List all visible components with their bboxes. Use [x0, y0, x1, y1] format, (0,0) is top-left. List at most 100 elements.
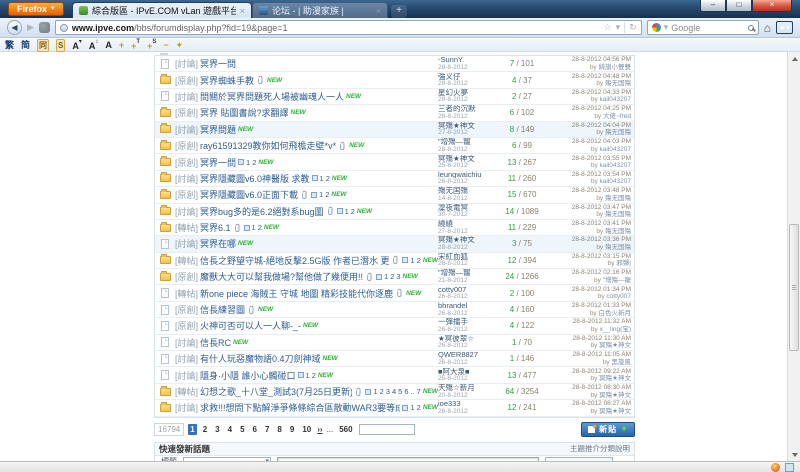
- tab-forum-ipve[interactable]: 綜合版區 - IPvE.COM vLan 遊戲平台|... ×: [72, 2, 252, 18]
- thread-title-link[interactable]: 冥界6.1: [200, 221, 231, 234]
- thread-author-link[interactable]: "增殤—寵: [438, 138, 502, 146]
- thread-title-link[interactable]: 冥界問題: [200, 123, 236, 136]
- lastpost-user-link[interactable]: "增殤—寵: [603, 277, 631, 284]
- thread-page-link[interactable]: 1: [384, 272, 388, 281]
- back-button[interactable]: ◀: [7, 20, 22, 35]
- lastpost-user-link[interactable]: cotty007: [606, 293, 631, 300]
- search-input[interactable]: Google: [671, 23, 744, 33]
- thread-page-link[interactable]: 2: [326, 174, 330, 183]
- thread-page-link[interactable]: 1: [320, 174, 324, 183]
- thread-author-link[interactable]: 三者的沉默: [438, 105, 502, 113]
- thread-title-link[interactable]: 信長之野望守城-絕地反擊2.5G版 作者已潛水 更新情況不明: [200, 254, 389, 267]
- lastpost-user-link[interactable]: kail043207: [600, 178, 631, 185]
- url-text[interactable]: www.ipve.com/bbs/forumdisplay.php?fid=19…: [72, 23, 600, 33]
- url-dropdown-icon[interactable]: ▾: [616, 22, 621, 33]
- tongwen-site-icon[interactable]: S: [56, 39, 65, 52]
- cross-t-icon[interactable]: +T: [131, 39, 140, 52]
- thread-page-link[interactable]: 1: [410, 403, 414, 412]
- thread-author-link[interactable]: 冥殤★神文: [438, 122, 502, 130]
- thread-page-link[interactable]: 1: [252, 223, 256, 232]
- thread-author-link[interactable]: ★冥彼翠☆: [438, 335, 502, 343]
- maximize-button[interactable]: □: [726, 0, 752, 12]
- thread-page-link[interactable]: 2: [417, 403, 421, 412]
- home-button[interactable]: ⌂: [764, 21, 771, 35]
- thread-page-link[interactable]: 2: [258, 223, 262, 232]
- lastpost-user-link[interactable]: 綺旗小雙雙: [599, 64, 632, 71]
- search-box[interactable]: ▾ Google: [647, 20, 759, 35]
- addon-panel-icon[interactable]: [785, 463, 794, 472]
- thread-page-link[interactable]: 5: [398, 387, 402, 396]
- thread-page-link[interactable]: 1: [306, 371, 310, 380]
- minimize-button[interactable]: –: [700, 0, 726, 12]
- thread-author-link[interactable]: 一彈擂手: [438, 318, 502, 326]
- lastpost-user-link[interactable]: 邪彈|: [616, 260, 631, 267]
- lastpost-user-link[interactable]: 殤无国殤: [605, 244, 631, 251]
- thread-page-link[interactable]: 2: [351, 207, 355, 216]
- zh-simplified-icon[interactable]: 简: [21, 40, 30, 51]
- page-link[interactable]: 5: [238, 424, 246, 435]
- page-link-current[interactable]: 1: [188, 424, 196, 435]
- site-identity-icon[interactable]: [60, 24, 68, 32]
- new-tab-button[interactable]: +: [391, 5, 407, 18]
- thread-title-link[interactable]: 問關於冥界問題死人場被幽魂人一人: [200, 90, 344, 103]
- cross-icon[interactable]: +: [119, 40, 124, 51]
- lastpost-user-link[interactable]: 殤无国殤: [605, 228, 631, 235]
- lastpost-user-link[interactable]: 殤无国殤: [605, 80, 631, 87]
- minus-icon[interactable]: −: [163, 40, 168, 51]
- lastpost-user-link[interactable]: 黑旋風: [612, 359, 632, 366]
- tab-close-icon[interactable]: ×: [240, 6, 245, 16]
- thread-page-link[interactable]: 6: [404, 387, 408, 396]
- scroll-up-arrow[interactable]: [788, 52, 800, 65]
- tab-close-icon[interactable]: ×: [376, 6, 381, 16]
- thread-title-link[interactable]: 冥界 貼圖書說?求翻譯: [200, 106, 289, 119]
- thread-page-link[interactable]: 7: [417, 387, 421, 396]
- thread-title-link[interactable]: ray61591329教你如何飛檐走壁*v*: [200, 139, 336, 152]
- search-engine-caret-icon[interactable]: ▾: [664, 22, 669, 33]
- page-link[interactable]: 2: [201, 424, 209, 435]
- lastpost-user-link[interactable]: 冥殤★神文: [599, 342, 631, 349]
- tab-forum-other[interactable]: 论坛 - | 助漫家族 | ×: [252, 2, 388, 18]
- thread-author-link[interactable]: 天殤☆新月: [438, 384, 502, 392]
- thread-title-link[interactable]: 求救!!!想問下點解淨爭條條綜合區散動WAR3要等成分鐘: [200, 401, 400, 414]
- lastpost-user-link[interactable]: 殤无国殤: [605, 211, 631, 218]
- lastpost-user-link[interactable]: 殤无国殤: [605, 195, 631, 202]
- forward-button[interactable]: ▶: [27, 22, 34, 33]
- thread-author-link[interactable]: -SunnY.: [438, 56, 502, 64]
- thread-title-link[interactable]: 冥界bug多的是6.2絕對系bug圖: [200, 205, 324, 218]
- page-link[interactable]: 10: [300, 424, 313, 435]
- next-pages-link[interactable]: ››: [317, 425, 322, 434]
- font-reset-icon[interactable]: A↕: [89, 39, 99, 52]
- reload-icon[interactable]: ↻: [629, 22, 637, 33]
- vertical-scrollbar[interactable]: [787, 52, 800, 461]
- lastpost-user-link[interactable]: kail043207: [600, 146, 631, 153]
- thread-page-link[interactable]: 1: [373, 387, 377, 396]
- thread-page-link[interactable]: 2: [417, 256, 421, 265]
- thread-page-link[interactable]: 1: [410, 256, 414, 265]
- page-link[interactable]: 8: [275, 424, 283, 435]
- bookmarks-button[interactable]: ★ ▾: [776, 21, 793, 34]
- bookmark-star-icon[interactable]: ☆: [604, 22, 612, 33]
- thread-title-link[interactable]: 冥界一問: [200, 57, 236, 70]
- thread-page-link[interactable]: 1: [246, 158, 250, 167]
- thread-author-link[interactable]: bhrandel: [438, 302, 502, 310]
- thread-author-link[interactable]: "增殤—寵: [438, 269, 502, 277]
- thread-author-link[interactable]: 繞繞: [438, 220, 502, 228]
- thread-page-link[interactable]: 2: [390, 272, 394, 281]
- last-page-link[interactable]: 560: [337, 424, 354, 435]
- lastpost-user-link[interactable]: 冥殤★神文: [599, 408, 631, 415]
- thread-title-link[interactable]: 魔獸大大可以幫我做場?幫他做了幾便用!!: [200, 270, 363, 283]
- thread-author-link[interactable]: 強义仔: [438, 73, 502, 81]
- scrollbar-thumb[interactable]: [789, 224, 799, 351]
- url-bar[interactable]: www.ipve.com/bbs/forumdisplay.php?fid=19…: [55, 20, 642, 35]
- thread-title-link[interactable]: 冥界隱藏圖v6.0正面下載: [200, 188, 298, 201]
- tongwen-doc-icon[interactable]: 同: [37, 39, 49, 52]
- thread-title-link[interactable]: 火神可否可以人一人聊-_-: [200, 319, 301, 332]
- zh-traditional-icon[interactable]: 繁: [5, 40, 14, 51]
- thread-page-link[interactable]: 2: [325, 190, 329, 199]
- thread-page-link[interactable]: 3: [386, 387, 390, 396]
- hand-icon[interactable]: ✦: [176, 40, 184, 51]
- thread-title-link[interactable]: 信長RC: [200, 336, 231, 349]
- thread-title-link[interactable]: 新one piece 海賊王 守城 地圖 精彩技能代你逐鹿: [200, 287, 393, 300]
- search-icon[interactable]: [748, 25, 754, 31]
- thread-author-link[interactable]: leungwaichiu: [438, 171, 502, 179]
